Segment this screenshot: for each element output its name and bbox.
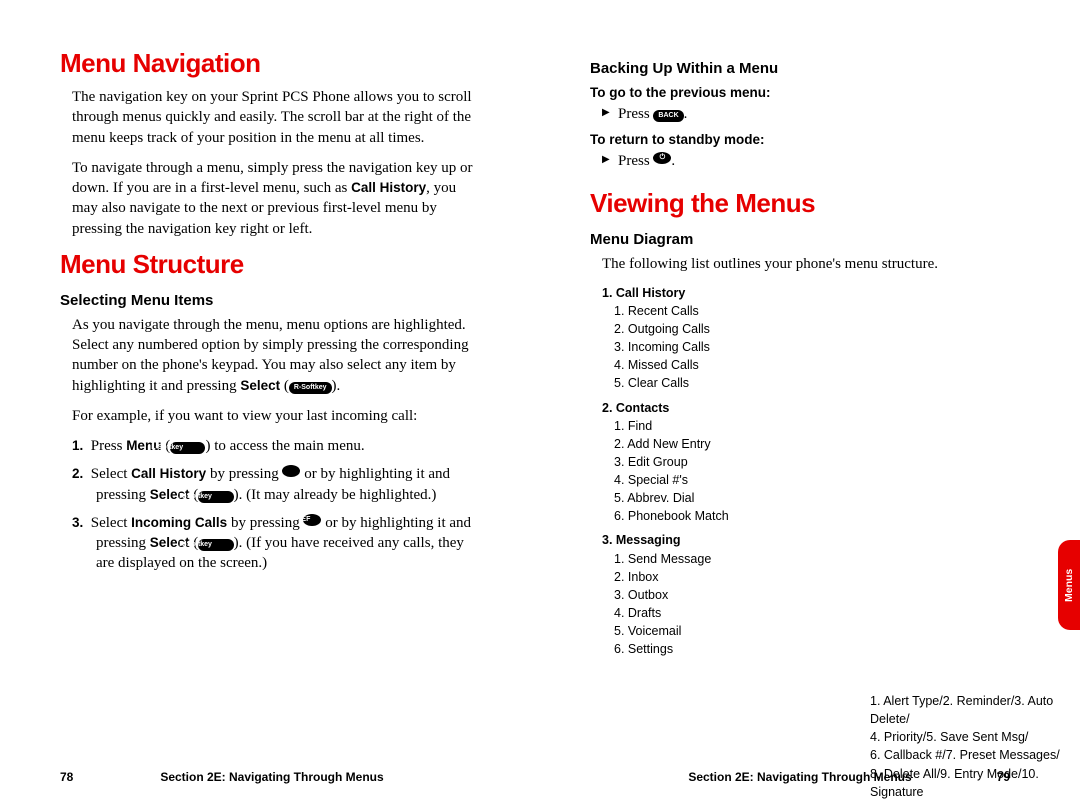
heading-menu-navigation: Menu Navigation — [60, 48, 484, 79]
subhead-selecting: Selecting Menu Items — [60, 292, 484, 309]
bullet-item: Press BACK. — [590, 104, 1010, 124]
rsoftkey-icon: R-Softkey — [198, 539, 233, 551]
heading-viewing-menus: Viewing the Menus — [590, 188, 1010, 219]
paragraph: As you navigate through the menu, menu o… — [60, 315, 484, 396]
menu-cat: 3. Messaging — [602, 531, 1010, 549]
subhead-menu-diagram: Menu Diagram — [590, 231, 1010, 248]
subhead-backing-up: Backing Up Within a Menu — [590, 60, 1010, 77]
paragraph: To navigate through a menu, simply press… — [60, 158, 484, 239]
side-tab-menus: Menus — [1058, 540, 1080, 630]
paragraph: For example, if you want to view your la… — [60, 406, 484, 426]
paragraph: The navigation key on your Sprint PCS Ph… — [60, 87, 484, 148]
rsoftkey-icon: R-Softkey — [198, 491, 233, 503]
footer-title: Section 2E: Navigating Through Menus — [88, 770, 456, 784]
key-1-icon: 1 — [282, 465, 300, 477]
left-page: Menu Navigation The navigation key on yo… — [0, 0, 540, 810]
menu-outline: 1. Call History 1. Recent Calls 2. Outgo… — [590, 284, 1010, 659]
paragraph: The following list outlines your phone's… — [590, 254, 1010, 274]
right-page: Backing Up Within a Menu To go to the pr… — [540, 0, 1080, 810]
subsub-standby: To return to standby mode: — [590, 132, 1010, 147]
bullet-item: Press ⏻. — [590, 151, 1010, 171]
key-3-icon: 3 DEF — [303, 514, 321, 526]
back-key-icon: BACK — [653, 110, 683, 122]
footer-title: Section 2E: Navigating Through Menus — [618, 770, 982, 784]
page-number: 79 — [982, 770, 1010, 784]
heading-menu-structure: Menu Structure — [60, 249, 484, 280]
left-footer: 78 Section 2E: Navigating Through Menus — [0, 770, 540, 784]
step-1: 1. Press Menu (L-Softkey) to access the … — [72, 436, 484, 456]
right-footer: Section 2E: Navigating Through Menus 79 — [540, 770, 1080, 784]
page-spread: Menu Navigation The navigation key on yo… — [0, 0, 1080, 810]
step-2: 2. Select Call History by pressing 1 or … — [72, 464, 484, 505]
rsoftkey-icon: R-Softkey — [289, 382, 332, 394]
step-3: 3. Select Incoming Calls by pressing 3 D… — [72, 513, 484, 574]
end-key-icon: ⏻ — [653, 152, 671, 164]
page-number: 78 — [60, 770, 88, 784]
step-list: 1. Press Menu (L-Softkey) to access the … — [60, 436, 484, 574]
lsoftkey-icon: L-Softkey — [170, 442, 205, 454]
menu-cat: 1. Call History — [602, 284, 1010, 302]
subsub-prev: To go to the previous menu: — [590, 85, 1010, 100]
menu-cat: 2. Contacts — [602, 399, 1010, 417]
settings-subitems: 1. Alert Type/2. Reminder/3. Auto Delete… — [870, 692, 1070, 801]
